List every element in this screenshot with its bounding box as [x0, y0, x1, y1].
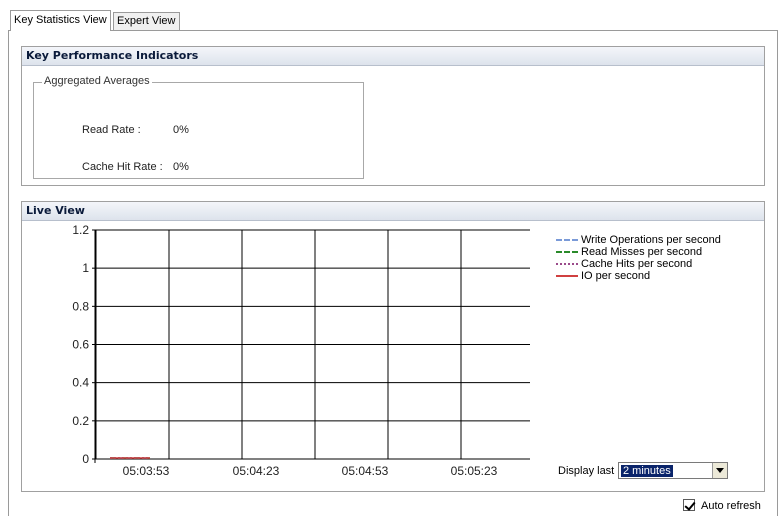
auto-refresh-label: Auto refresh	[701, 500, 761, 512]
legend-item: Write Operations per second	[556, 234, 721, 246]
x-tick-label: 05:03:53	[123, 464, 170, 478]
tab-bar: Key Statistics View Expert View	[0, 0, 780, 32]
tab-key-statistics-view[interactable]: Key Statistics View	[10, 10, 111, 31]
y-tick-label: 0.6	[72, 338, 89, 352]
legend-label: IO per second	[581, 270, 651, 282]
read-rate-label: Read Rate :	[82, 124, 141, 136]
x-tick-label: 05:05:23	[451, 464, 498, 478]
auto-refresh-checkbox[interactable]	[683, 499, 695, 511]
legend-swatch	[556, 239, 578, 242]
live-view-panel: Live View 0 0.2 0.4 0.6 0.8 1 1.2 05:03:53 05:04…	[21, 201, 765, 492]
y-tick-label: 0.4	[72, 376, 89, 390]
display-last-label: Display last	[558, 465, 615, 477]
y-tick-label: 0.8	[72, 299, 89, 313]
display-last-select[interactable]: 2 minutes	[618, 462, 728, 479]
legend-item: Cache Hits per second	[556, 258, 721, 270]
y-tick-label: 0	[82, 452, 89, 466]
live-view-title: Live View	[22, 202, 764, 221]
aggregated-averages-title: Aggregated Averages	[42, 75, 152, 87]
legend-label: Write Operations per second	[581, 234, 721, 246]
legend-swatch	[556, 275, 578, 278]
legend-label: Read Misses per second	[581, 246, 703, 258]
legend-item: Read Misses per second	[556, 246, 721, 258]
y-tick-label: 1	[82, 261, 89, 275]
x-tick-label: 05:04:53	[342, 464, 389, 478]
y-tick-label: 0.2	[72, 414, 89, 428]
chart-legend: Write Operations per second Read Misses p…	[556, 234, 721, 282]
dropdown-arrow-icon[interactable]	[712, 463, 727, 478]
legend-swatch	[556, 263, 578, 266]
aggregated-averages-group: Aggregated Averages Read Rate : 0% Cache…	[33, 75, 364, 179]
live-chart: 0 0.2 0.4 0.6 0.8 1 1.2 05:03:53 05:04:23 05:04:5…	[72, 223, 530, 478]
cache-hit-rate-value: 0%	[173, 161, 189, 173]
legend-swatch	[556, 251, 578, 254]
y-tick-label: 1.2	[72, 223, 89, 237]
read-rate-value: 0%	[173, 124, 189, 136]
x-tick-label: 05:04:23	[233, 464, 280, 478]
kpi-panel: Key Performance Indicators Aggregated Av…	[21, 46, 765, 186]
legend-label: Cache Hits per second	[581, 258, 693, 270]
tab-content: Key Performance Indicators Aggregated Av…	[8, 31, 778, 516]
tab-expert-view[interactable]: Expert View	[113, 12, 180, 31]
cache-hit-rate-label: Cache Hit Rate :	[82, 161, 163, 173]
legend-item: IO per second	[556, 270, 721, 282]
kpi-panel-title: Key Performance Indicators	[22, 47, 764, 66]
display-last-value: 2 minutes	[621, 465, 673, 477]
